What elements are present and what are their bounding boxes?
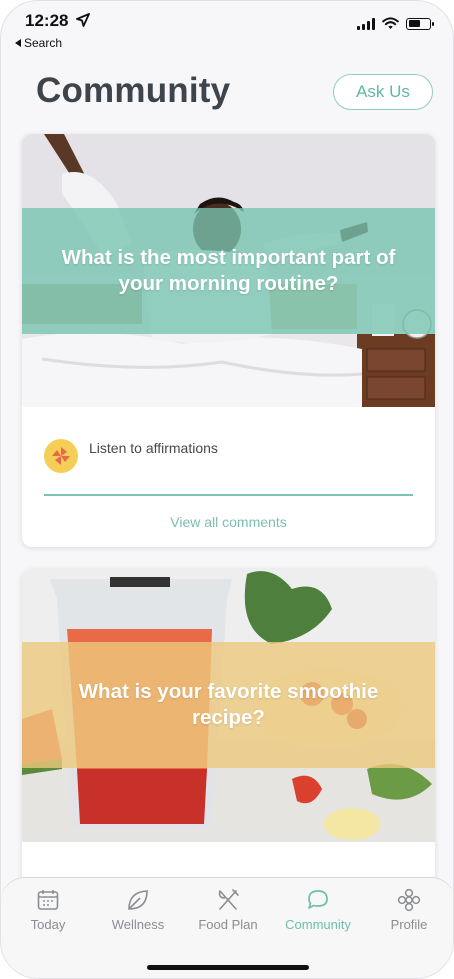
location-arrow-icon — [76, 13, 90, 27]
post-image: What is the most important part of your … — [22, 134, 435, 407]
tab-profile[interactable]: Profile — [364, 888, 453, 932]
home-indicator — [147, 965, 309, 970]
tab-label: Wellness — [111, 917, 165, 932]
question-text: What is the most important part of your … — [61, 246, 396, 295]
calendar-icon — [37, 890, 59, 910]
signal-icon — [357, 17, 375, 30]
page-title: Community — [36, 71, 231, 110]
comment-preview[interactable]: Listen to affirmations — [44, 439, 218, 473]
battery-icon — [406, 17, 434, 30]
question-banner: What is the most important part of your … — [22, 208, 435, 334]
tab-today[interactable]: Today — [3, 888, 93, 932]
tab-food-plan[interactable]: Food Plan — [183, 888, 273, 932]
comment-text: Listen to affirmations — [89, 440, 218, 456]
post-image: What is your favorite smoothie recipe? — [22, 569, 435, 842]
wifi-icon — [382, 17, 399, 29]
phone-screen: 12:28 Search Community Ask Us What is th… — [0, 0, 454, 979]
pinwheel-icon — [52, 447, 70, 465]
ask-us-button[interactable]: Ask Us — [333, 74, 433, 110]
avatar — [44, 439, 78, 473]
chat-bubble-icon — [308, 890, 328, 909]
back-label: Search — [24, 36, 63, 50]
question-text: What is your favorite smoothie recipe? — [78, 680, 379, 729]
post-card[interactable]: What is the most important part of your … — [22, 134, 435, 547]
tab-label: Today — [30, 917, 66, 932]
status-time: 12:28 — [25, 11, 69, 30]
back-to-search-link[interactable]: Search — [15, 36, 62, 50]
fork-knife-icon — [218, 889, 239, 910]
flower-icon — [397, 888, 421, 912]
system-icons — [357, 17, 434, 30]
question-banner: What is your favorite smoothie recipe? — [22, 642, 435, 768]
tab-label: Food Plan — [198, 917, 258, 932]
tab-label: Profile — [390, 917, 428, 932]
comment-divider — [44, 494, 413, 496]
post-card[interactable]: What is your favorite smoothie recipe? — [22, 569, 435, 899]
status-bar: 12:28 Search — [1, 1, 453, 53]
back-triangle-icon — [15, 39, 21, 47]
tab-label: Community — [285, 917, 351, 932]
leaf-icon — [128, 890, 148, 910]
tab-bar: Today Wellness Food Plan Community Profi… — [1, 877, 453, 978]
tab-community[interactable]: Community — [273, 888, 363, 932]
tab-wellness[interactable]: Wellness — [93, 888, 183, 932]
view-all-comments-link[interactable]: View all comments — [22, 514, 435, 530]
